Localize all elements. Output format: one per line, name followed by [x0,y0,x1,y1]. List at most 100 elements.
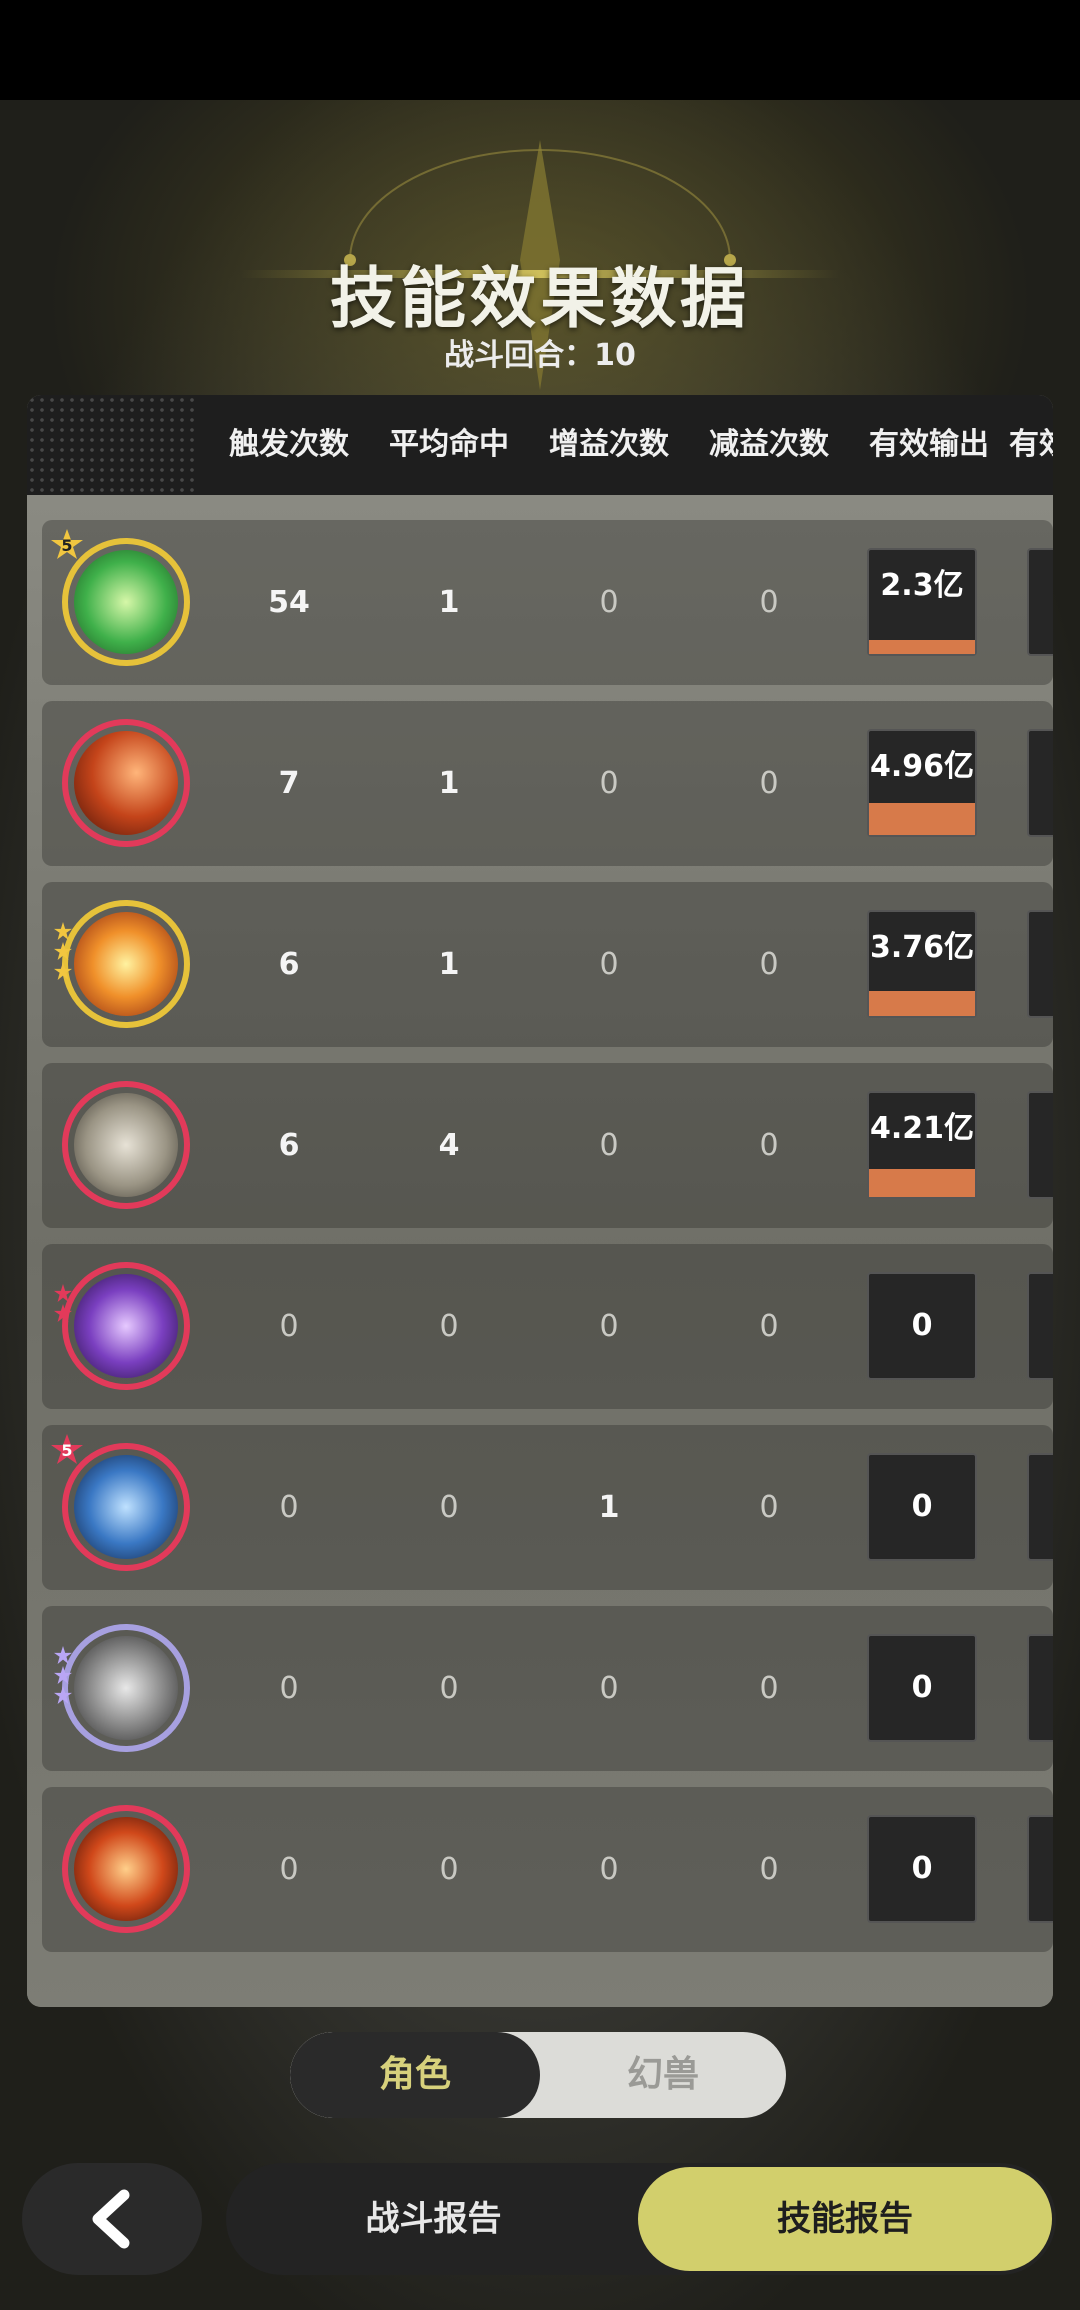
avg-hit: 0 [439,1309,459,1344]
col-effective: 有效 [1009,427,1053,462]
flame-claw-skill-icon[interactable] [62,719,190,847]
avg-hit: 1 [438,947,460,982]
buff-count: 0 [599,585,619,620]
avg-hit: 4 [438,1128,460,1163]
tab-skill-report[interactable]: 技能报告 [638,2167,1052,2271]
output-value: 0 [911,1670,933,1705]
table-row[interactable]: 0 0 0 0 0 [42,1244,1053,1409]
table-row[interactable]: 5 54 1 0 0 2.3亿 [42,520,1053,685]
tab-battle-report[interactable]: 战斗报告 [226,2163,641,2275]
column-header: 触发次数 平均命中 增益次数 减益次数 有效输出 有效 [27,395,1053,495]
star-rating [54,922,74,982]
toggle-beast[interactable]: 幻兽 [540,2032,786,2118]
purple-orb-skill-icon[interactable] [62,1262,190,1390]
col-trigger: 触发次数 [229,427,349,462]
table-row[interactable]: 0 0 0 0 0 [42,1606,1053,1771]
effective-cell [1027,1272,1053,1380]
col-debuff: 减益次数 [709,427,829,462]
avg-hit: 0 [439,1852,459,1887]
output-bar [869,640,975,654]
table-row[interactable]: 7 1 0 0 4.96亿 [42,701,1053,866]
buff-count: 0 [599,766,619,801]
debuff-count: 0 [759,947,779,982]
output-bar [869,991,975,1016]
toggle-character[interactable]: 角色 [290,2032,540,2118]
silhouette-strike-skill-icon[interactable] [62,1624,190,1752]
effective-cell [1027,1815,1053,1923]
star-rating [54,1646,74,1706]
effective-cell [1027,910,1053,1018]
badge-number: 5 [61,1441,73,1460]
output-value: 3.76亿 [869,930,975,965]
badge-text-wrap: 5 [50,1433,84,1467]
output-cell: 4.96亿 [867,729,977,837]
buff-count: 0 [599,1852,619,1887]
back-button[interactable] [22,2163,202,2275]
trigger-count: 7 [278,766,300,801]
output-value: 0 [911,1308,933,1343]
table-row[interactable]: 6 1 0 0 3.76亿 [42,882,1053,1047]
output-bar [869,803,975,835]
fire-figure-skill-icon[interactable] [62,1805,190,1933]
skill-data-panel[interactable]: 触发次数 平均命中 增益次数 减益次数 有效输出 有效 5 54 1 0 0 2… [27,395,1053,2007]
character-beast-toggle[interactable]: 角色 幻兽 [290,2032,786,2118]
output-cell: 3.76亿 [867,910,977,1018]
trigger-count: 54 [268,585,310,620]
report-tabs: 战斗报告 技能报告 [226,2163,1056,2275]
trigger-count: 6 [278,1128,300,1163]
output-value: 2.3亿 [880,568,964,603]
debuff-count: 0 [759,766,779,801]
explosion-skill-icon[interactable] [62,900,190,1028]
debuff-count: 0 [759,585,779,620]
debuff-count: 0 [759,1671,779,1706]
avg-hit: 1 [438,766,460,801]
effective-cell [1027,729,1053,837]
table-row[interactable]: 6 4 0 0 4.21亿 [42,1063,1053,1228]
trigger-count: 0 [279,1671,299,1706]
output-cell: 0 [867,1815,977,1923]
output-cell: 0 [867,1634,977,1742]
trigger-count: 0 [279,1852,299,1887]
header: 技能效果数据 战斗回合：10 [0,130,1080,410]
avg-hit: 0 [439,1671,459,1706]
rows-area: 5 54 1 0 0 2.3亿 7 1 0 0 4.96亿 6 1 0 0 3.… [27,495,1053,2007]
output-value: 4.21亿 [869,1111,975,1146]
star-rating [54,1284,74,1324]
effective-cell [1027,548,1053,656]
effective-cell [1027,1634,1053,1742]
trigger-count: 0 [279,1490,299,1525]
page-title: 技能效果数据 [330,260,750,337]
table-row[interactable]: 0 0 0 0 0 [42,1787,1053,1952]
status-bar [0,0,1080,100]
effective-cell [1027,1091,1053,1199]
output-cell: 0 [867,1272,977,1380]
badge-text-wrap: 5 [50,528,84,562]
debuff-count: 0 [759,1490,779,1525]
avg-hit: 1 [438,585,460,620]
effective-cell [1027,1453,1053,1561]
blade-strike-skill-icon[interactable] [62,1081,190,1209]
buff-count: 0 [599,1671,619,1706]
output-value: 0 [911,1489,933,1524]
buff-count: 0 [599,1309,619,1344]
badge-number: 5 [61,536,73,555]
header-dot-pattern [27,395,197,495]
buff-count: 1 [598,1490,620,1525]
output-cell: 0 [867,1453,977,1561]
output-value: 0 [911,1851,933,1886]
output-value: 4.96亿 [869,749,975,784]
buff-count: 0 [599,947,619,982]
chevron-left-icon [92,2189,130,2249]
trigger-count: 0 [279,1309,299,1344]
output-bar [869,1169,975,1197]
debuff-count: 0 [759,1309,779,1344]
buff-count: 0 [599,1128,619,1163]
debuff-count: 0 [759,1852,779,1887]
output-cell: 2.3亿 [867,548,977,656]
debuff-count: 0 [759,1128,779,1163]
table-row[interactable]: 5 0 0 1 0 0 [42,1425,1053,1590]
avg-hit: 0 [439,1490,459,1525]
output-cell: 4.21亿 [867,1091,977,1199]
col-output: 有效输出 [869,427,989,462]
col-buff: 增益次数 [549,427,669,462]
